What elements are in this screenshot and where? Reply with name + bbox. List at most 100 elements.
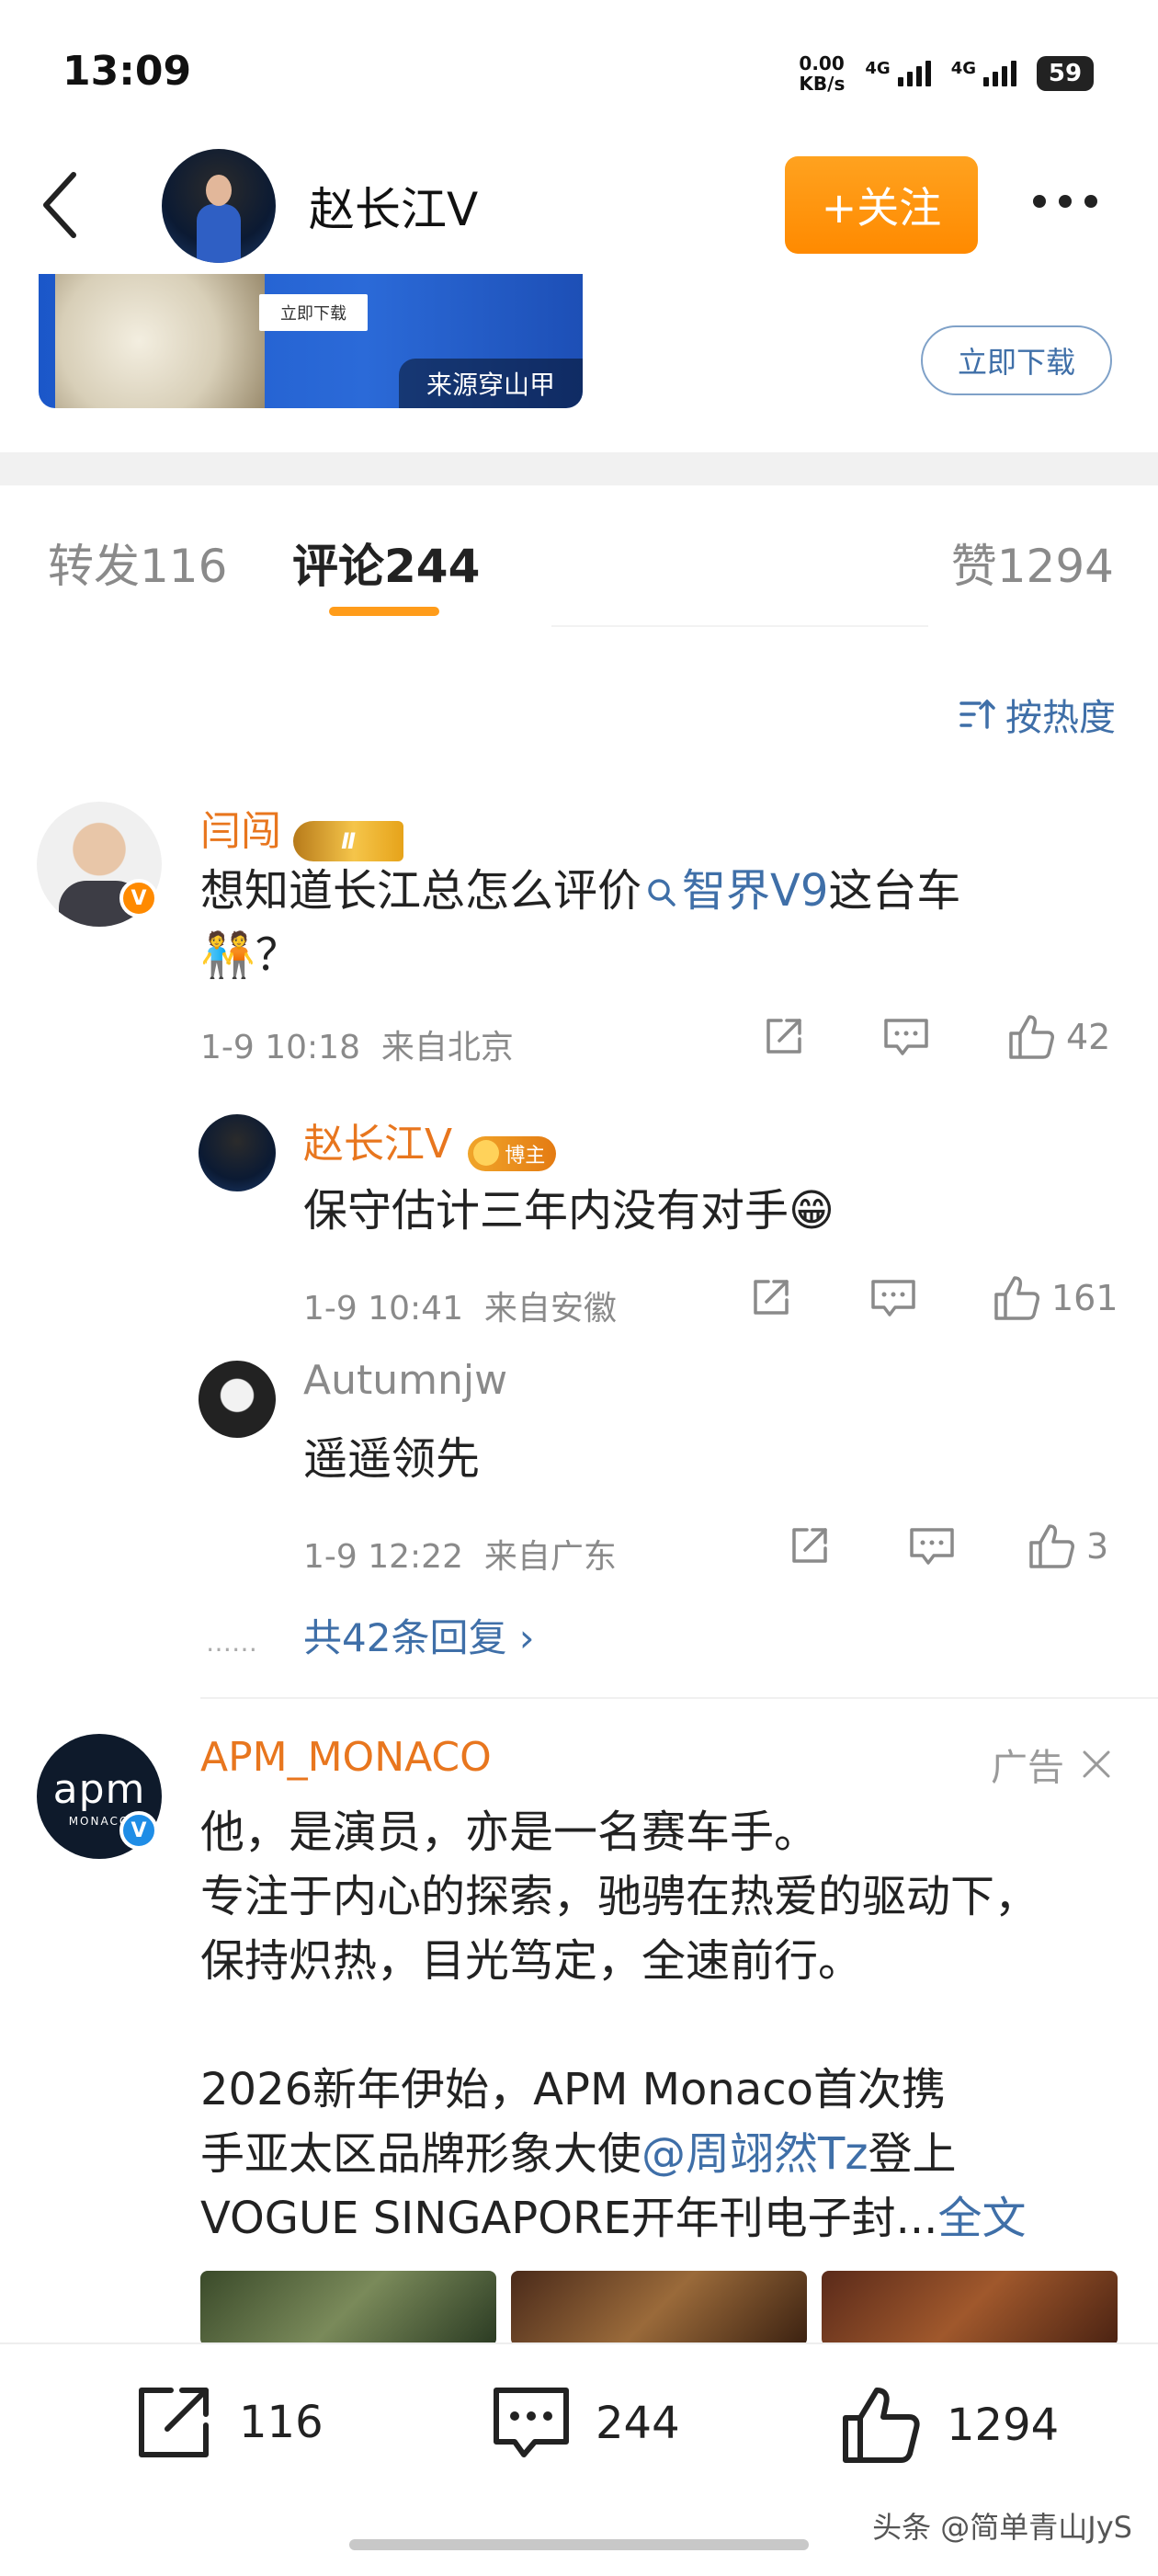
ad-photo[interactable] <box>822 2271 1118 2346</box>
reply-button[interactable] <box>869 1276 917 1320</box>
reply-time: 1-9 12:22 <box>303 1538 463 1576</box>
tab-comment[interactable]: 评论244 <box>292 530 480 596</box>
ad-username[interactable]: APM_MONACO <box>200 1734 492 1781</box>
signal-icon: 4G <box>865 59 931 86</box>
like-button[interactable]: 161 <box>993 1274 1118 1322</box>
active-tab-indicator <box>329 607 439 616</box>
comment-icon <box>910 1528 954 1565</box>
divider <box>200 1697 1158 1699</box>
ad-line: VOGUE SINGAPORE开年刊电子封...全文 <box>200 2186 1138 2251</box>
chevron-left-icon <box>43 172 76 238</box>
thumbs-up-icon <box>843 2388 920 2463</box>
share-button[interactable] <box>748 1276 792 1320</box>
reply-meta: 1-9 12:22 来自广东 <box>303 1530 617 1578</box>
reply-button[interactable] <box>908 1524 956 1568</box>
avatar[interactable] <box>199 1361 276 1438</box>
share-icon <box>139 2388 209 2457</box>
comment-icon <box>871 1280 915 1316</box>
avatar[interactable] <box>199 1114 276 1191</box>
mention-link[interactable]: @周翊然Tz <box>641 2128 868 2180</box>
comment-icon <box>884 1019 928 1055</box>
share-button[interactable] <box>787 1524 831 1568</box>
comment-button[interactable]: 244 <box>489 2385 680 2462</box>
repost-count: 116 <box>239 2397 324 2448</box>
net-speed-unit: KB/s <box>799 73 846 95</box>
ad-photo[interactable] <box>200 2271 496 2346</box>
share-button[interactable] <box>761 1015 805 1059</box>
close-icon[interactable] <box>1081 1749 1112 1780</box>
ad-line: 保持炽热，目光笃定，全速前行。 <box>200 1935 863 1987</box>
crown-icon <box>473 1139 500 1166</box>
ad-source: 来源穿山甲 <box>399 359 583 408</box>
signal-label: 4G <box>950 59 976 78</box>
comment-count: 244 <box>596 2398 680 2449</box>
section-divider <box>0 452 1158 485</box>
reply-username[interactable]: Autumnjw <box>303 1357 507 1404</box>
reply-button[interactable] <box>882 1015 930 1059</box>
like-button[interactable]: 1294 <box>840 2385 1059 2466</box>
more-icon[interactable] <box>1033 195 1097 208</box>
ad-line: 他，是演员，亦是一名赛车手。 <box>200 1807 819 1858</box>
share-icon <box>792 1528 827 1563</box>
home-indicator[interactable] <box>349 2539 809 2550</box>
follow-button[interactable]: +关注 <box>785 156 978 254</box>
net-speed-value: 0.00 <box>799 52 845 74</box>
avatar[interactable] <box>162 149 276 263</box>
sort-button[interactable]: 按热度 <box>958 688 1116 741</box>
download-button[interactable]: 立即下载 <box>921 325 1112 395</box>
full-text-link[interactable]: 全文 <box>937 2193 1026 2244</box>
comment-header: 闫闯 Ⅱ <box>200 798 404 861</box>
sort-label: 按热度 <box>1005 697 1116 739</box>
like-button[interactable]: 42 <box>1007 1013 1110 1061</box>
status-time: 13:09 <box>62 48 192 95</box>
reply-username[interactable]: 赵长江V <box>303 1121 452 1168</box>
net-speed: 0.00 KB/s <box>799 53 845 94</box>
back-button[interactable] <box>37 164 83 246</box>
badge-label: 博主 <box>505 1144 546 1168</box>
like-count: 1294 <box>947 2399 1060 2451</box>
tab-like[interactable]: 赞1294 <box>951 530 1114 596</box>
ad-text-part: 手亚太区品牌形象大使 <box>200 2128 642 2180</box>
reply-text: 保守估计三年内没有对手😁 <box>303 1185 835 1237</box>
apm-logo: apm <box>52 1765 146 1813</box>
more-replies-link[interactable]: 共42条回复 › <box>303 1607 535 1663</box>
topic-label: 智界V9 <box>682 865 829 917</box>
sort-icon <box>959 699 995 729</box>
ad-text: 他，是演员，亦是一名赛车手。 专注于内心的探索，驰骋在热爱的驱动下， 保持炽热，… <box>200 1800 1138 2251</box>
topic-link[interactable]: 智界V9 <box>641 865 828 917</box>
ad-line: 专注于内心的探索，驰骋在热爱的驱动下， <box>200 1871 1039 1922</box>
repost-button[interactable]: 116 <box>134 2385 324 2460</box>
verified-icon: V <box>119 879 158 918</box>
signal-icon: 4G <box>951 61 1016 86</box>
like-count: 42 <box>1066 1017 1111 1057</box>
thumbs-up-icon <box>1009 1015 1054 1059</box>
comment-icon <box>494 2388 569 2457</box>
header-username[interactable]: 赵长江V <box>309 173 478 239</box>
ad-label: 广告 <box>991 1747 1064 1789</box>
status-indicators: 0.00 KB/s 4G 4G 59 <box>799 53 1094 94</box>
like-count: 161 <box>1051 1278 1118 1318</box>
comment-text-part: 这台车 <box>828 865 961 917</box>
comment-username[interactable]: 闫闯 <box>200 808 281 855</box>
thumbs-up-icon <box>994 1276 1039 1320</box>
thumbs-up-icon <box>1029 1524 1074 1568</box>
ad-banner-button[interactable]: 立即下载 <box>259 294 368 331</box>
like-count: 3 <box>1086 1526 1109 1567</box>
signal-label: 4G <box>865 59 891 78</box>
tab-repost[interactable]: 转发116 <box>48 530 227 596</box>
reply-location: 来自安徽 <box>483 1290 617 1328</box>
watermark: 头条 @简单青山JyS <box>872 2510 1132 2545</box>
comment-text: 想知道长江总怎么评价 智界V9这台车 🧑‍🤝‍🧑？ <box>200 859 1119 987</box>
ad-line: 手亚太区品牌形象大使@周翊然Tz登上 <box>200 2122 1138 2186</box>
ad-banner[interactable]: 立即下载 来源穿山甲 <box>39 274 583 408</box>
blogger-badge: 博主 <box>468 1135 557 1171</box>
battery-icon: 59 <box>1037 56 1094 91</box>
ad-photo[interactable] <box>511 2271 807 2346</box>
ad-text-part: 登上 <box>868 2128 957 2180</box>
reply-header: 赵长江V 博主 <box>303 1111 557 1171</box>
like-button[interactable]: 3 <box>1027 1522 1108 1570</box>
search-icon <box>648 879 676 906</box>
verified-icon: V <box>119 1811 158 1850</box>
ad-label-area: 广告 <box>991 1738 1112 1791</box>
share-icon <box>754 1280 789 1315</box>
